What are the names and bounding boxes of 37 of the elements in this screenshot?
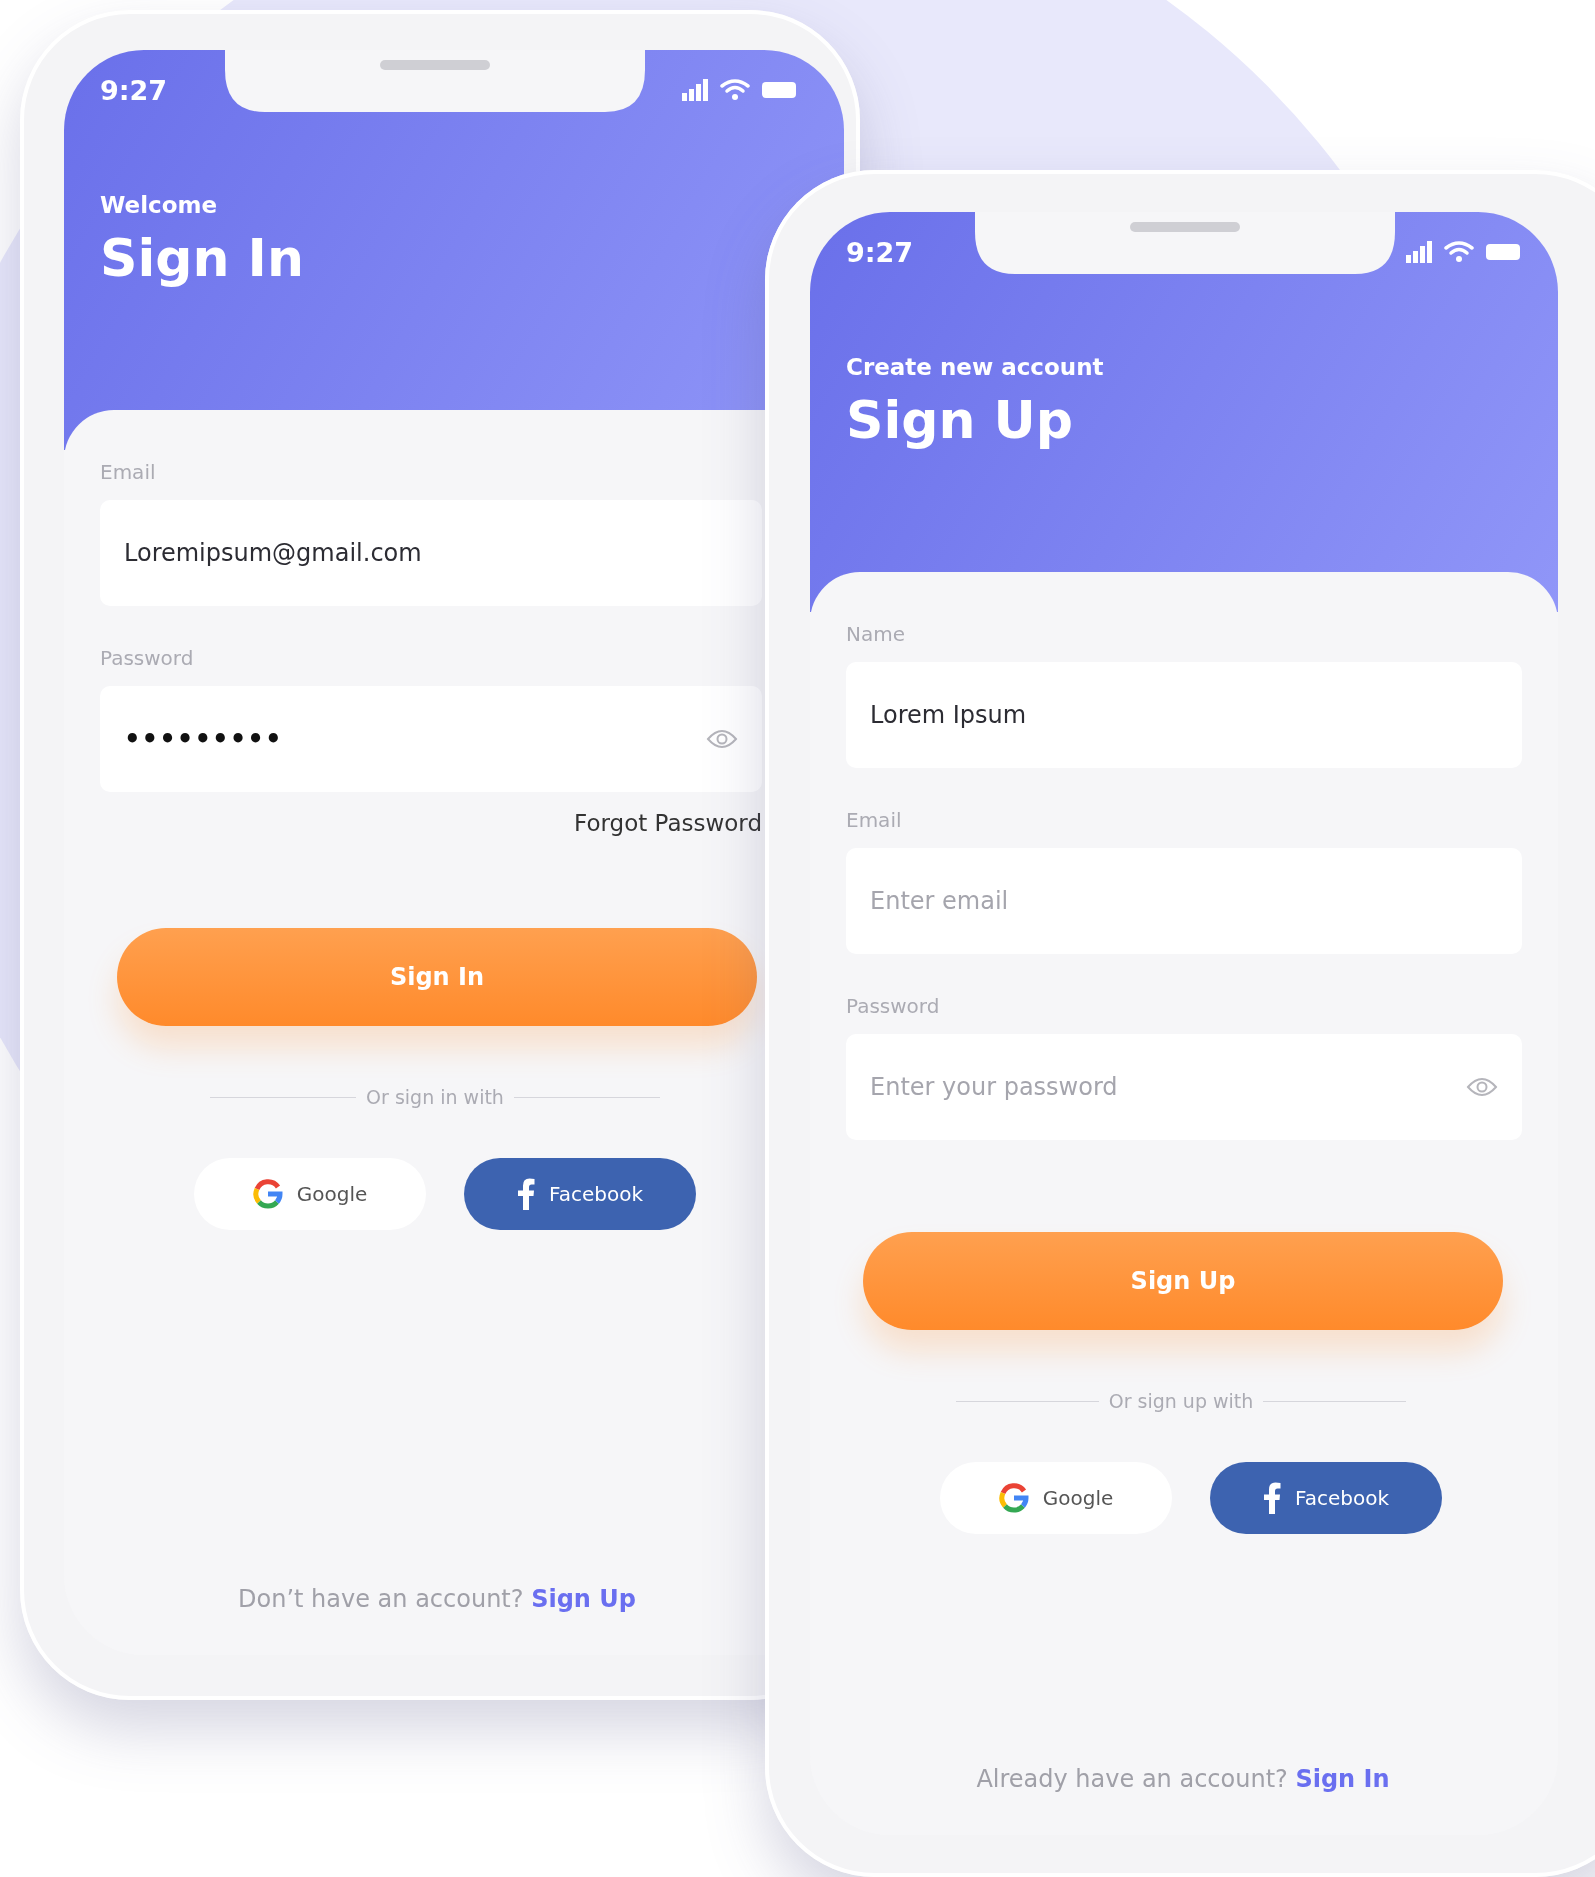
battery-icon xyxy=(1486,242,1522,262)
field-label: Email xyxy=(846,808,903,834)
google-icon xyxy=(998,1483,1029,1513)
field-label: Password xyxy=(100,646,195,672)
google-icon xyxy=(252,1179,283,1209)
forgot-password-link[interactable]: Forgot Password xyxy=(574,810,762,836)
footer-text: Already have an account? Sign In xyxy=(975,1765,1391,1793)
facebook-icon xyxy=(1263,1482,1281,1514)
field-label: Name xyxy=(846,622,906,648)
google-button[interactable]: Google xyxy=(194,1158,426,1230)
wifi-icon xyxy=(1444,241,1474,263)
status-time: 9:27 xyxy=(100,74,168,106)
wifi-icon xyxy=(720,79,750,101)
field-label: Email xyxy=(100,460,157,486)
divider-text: Or sign up with xyxy=(1108,1390,1254,1412)
footer-text: Don’t have an account? Sign Up xyxy=(237,1585,637,1613)
status-time: 9:27 xyxy=(846,236,914,268)
screen-title: Sign Up xyxy=(846,390,1075,450)
password-field[interactable]: ••••••••• xyxy=(100,686,762,792)
footer-link[interactable]: Sign In xyxy=(1295,1765,1390,1793)
divider-text: Or sign in with xyxy=(366,1086,504,1108)
footer-link[interactable]: Sign Up xyxy=(531,1585,636,1613)
header-subtitle: Create new account xyxy=(846,354,1105,380)
facebook-icon xyxy=(517,1178,535,1210)
battery-icon xyxy=(762,80,798,100)
header-subtitle: Welcome xyxy=(100,192,219,218)
google-button[interactable]: Google xyxy=(940,1462,1172,1534)
signal-icon xyxy=(682,79,708,101)
facebook-button[interactable]: Facebook xyxy=(1210,1462,1442,1534)
signal-icon xyxy=(1406,241,1432,263)
input-field[interactable]: Loremipsum@gmail.com xyxy=(100,500,762,606)
facebook-button[interactable]: Facebook xyxy=(464,1158,696,1230)
eye-icon[interactable] xyxy=(706,729,738,749)
field-label: Password xyxy=(846,994,941,1020)
input-field[interactable]: Lorem Ipsum xyxy=(846,662,1522,768)
eye-icon[interactable] xyxy=(1466,1077,1498,1097)
screen-title: Sign In xyxy=(100,228,305,288)
